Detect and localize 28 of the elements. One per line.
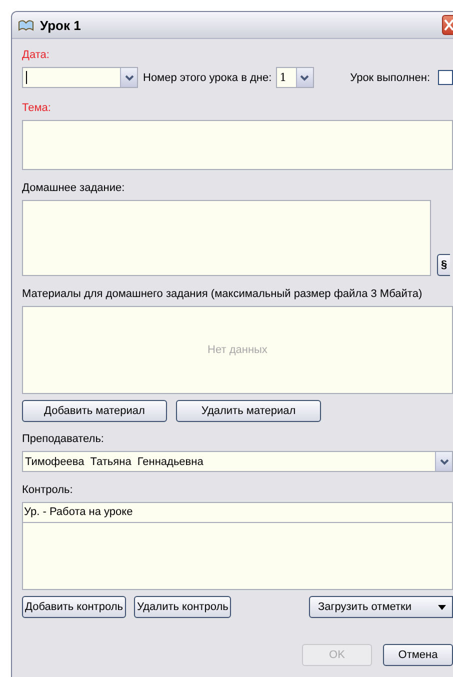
homework-label: Домашнее задание: — [22, 181, 125, 196]
homework-field[interactable] — [22, 200, 431, 276]
control-button[interactable]: Добавить контроль — [22, 596, 126, 618]
control-list-item[interactable]: Ур. - Работа на уроке — [23, 503, 452, 523]
lesson-done-checkbox[interactable] — [438, 70, 453, 85]
close-button[interactable] — [442, 15, 453, 35]
dropdown-arrow-icon — [438, 604, 446, 610]
section-sign-button[interactable]: § — [437, 254, 450, 276]
load-marks-menu-button[interactable]: Загрузить отметки — [309, 596, 453, 618]
material-button[interactable]: Удалить материал — [176, 400, 321, 422]
lesson-number-label: Номер этого урока в дне: — [143, 72, 272, 84]
control-label: Контроль: — [22, 483, 73, 498]
empty-list-text: Нет данных — [208, 344, 268, 356]
date-field[interactable] — [22, 67, 138, 88]
materials-label: Материалы для домашнего задания (максимальный размер файла 3 Мбайта) — [22, 287, 422, 302]
close-icon — [443, 19, 453, 31]
control-button[interactable]: Удалить контроль — [134, 596, 232, 618]
teacher-dropdown[interactable]: Тимофеева Татьяна Геннадьевна — [22, 451, 453, 472]
teacher-label: Преподаватель: — [22, 432, 104, 447]
material-button[interactable]: Добавить материал — [22, 400, 167, 422]
topic-label: Тема: — [22, 101, 51, 116]
lesson-done-label: Урок выполнен: — [350, 72, 430, 84]
window-title: Урок 1 — [40, 18, 82, 32]
topic-field[interactable] — [22, 120, 453, 170]
date-label: Дата: — [22, 48, 50, 63]
dialog-button[interactable]: Отмена — [383, 644, 453, 666]
book-icon — [18, 19, 34, 31]
lesson-number-dropdown[interactable]: 1 — [276, 67, 314, 88]
